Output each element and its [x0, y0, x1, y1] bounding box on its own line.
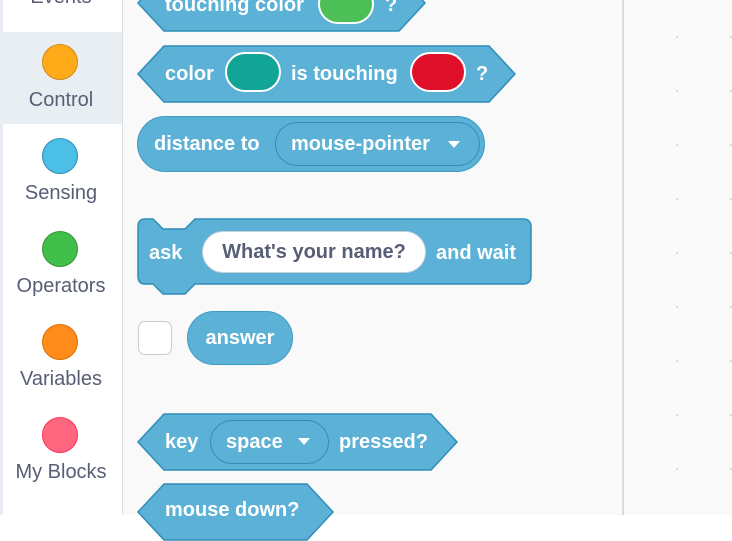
ask-label: ask: [149, 242, 183, 264]
color-swatch-red[interactable]: [410, 52, 466, 92]
answer-block[interactable]: answer: [187, 311, 293, 365]
category-sensing[interactable]: Sensing: [0, 124, 122, 217]
category-variables[interactable]: Variables: [0, 310, 122, 403]
color-label: color: [165, 63, 214, 85]
key-label: key: [165, 431, 199, 453]
answer-monitor-checkbox[interactable]: [138, 321, 172, 355]
control-dot-icon: [42, 44, 78, 80]
dropdown-value: space: [226, 431, 283, 453]
key-dropdown[interactable]: space: [210, 420, 329, 464]
script-workspace[interactable]: [624, 0, 732, 515]
category-label: Sensing: [24, 182, 98, 204]
dropdown-caret-icon: [298, 438, 310, 445]
category-label: My Blocks: [15, 461, 107, 483]
mouse-down-label: mouse down?: [165, 499, 300, 521]
answer-label: answer: [205, 327, 275, 349]
and-wait-label: and wait: [436, 242, 517, 264]
dropdown-value: mouse-pointer: [291, 133, 430, 155]
question-mark: ?: [476, 63, 489, 85]
category-sidebar: Events Control Sensing Operators Variabl…: [0, 0, 123, 515]
color-swatch-teal[interactable]: [225, 52, 281, 92]
touching-color-label: touching color: [165, 0, 304, 16]
distance-to-label: distance to: [154, 133, 260, 155]
category-events[interactable]: Events: [0, 0, 122, 20]
category-label: Operators: [16, 275, 106, 297]
category-label: Control: [28, 89, 94, 111]
category-label: Variables: [20, 368, 102, 390]
variables-dot-icon: [42, 324, 78, 360]
is-touching-label: is touching: [291, 63, 398, 85]
ask-question-input[interactable]: What's your name?: [202, 231, 426, 273]
sensing-dot-icon: [42, 138, 78, 174]
operators-dot-icon: [42, 231, 78, 267]
dropdown-caret-icon: [448, 141, 460, 148]
category-label: Events: [0, 0, 122, 9]
category-operators[interactable]: Operators: [0, 217, 122, 310]
question-mark: ?: [385, 0, 398, 16]
pressed-label: pressed?: [339, 431, 428, 453]
category-control[interactable]: Control: [0, 32, 122, 124]
myblocks-dot-icon: [42, 417, 78, 453]
category-my-blocks[interactable]: My Blocks: [0, 403, 122, 496]
